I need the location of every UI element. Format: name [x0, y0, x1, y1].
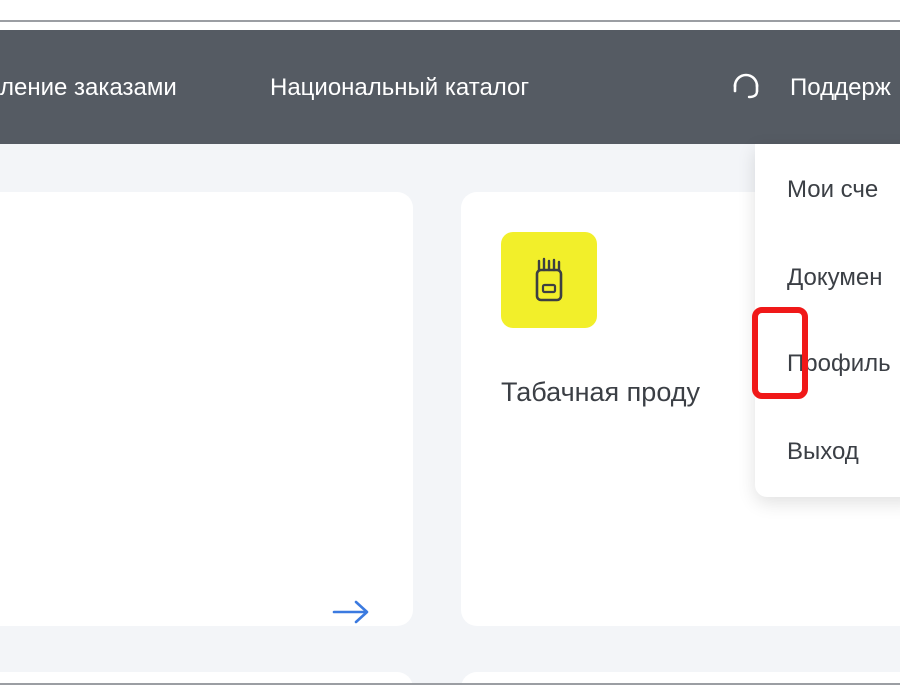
frame-top-line [0, 20, 900, 22]
product-card-row2-left[interactable] [0, 672, 413, 683]
arrow-right-icon[interactable] [332, 597, 372, 627]
frame-bottom-strip [0, 685, 900, 700]
nav-order-management[interactable]: ление заказами [0, 74, 177, 102]
headset-icon[interactable] [728, 68, 764, 104]
product-card-left[interactable] [0, 192, 413, 626]
product-title: Табачная проду [501, 377, 700, 407]
tobacco-pack-icon [501, 232, 597, 328]
menu-item-logout[interactable]: Выход [787, 438, 859, 466]
nav-support[interactable]: Поддерж [790, 74, 891, 102]
highlight-box [752, 307, 808, 399]
menu-item-my-accounts[interactable]: Мои сче [787, 176, 878, 204]
top-navbar: ление заказами Национальный каталог Подд… [0, 30, 900, 144]
menu-item-documents[interactable]: Докумен [787, 264, 882, 292]
nav-national-catalog[interactable]: Национальный каталог [270, 74, 529, 102]
product-card-row2-right[interactable] [461, 672, 900, 683]
